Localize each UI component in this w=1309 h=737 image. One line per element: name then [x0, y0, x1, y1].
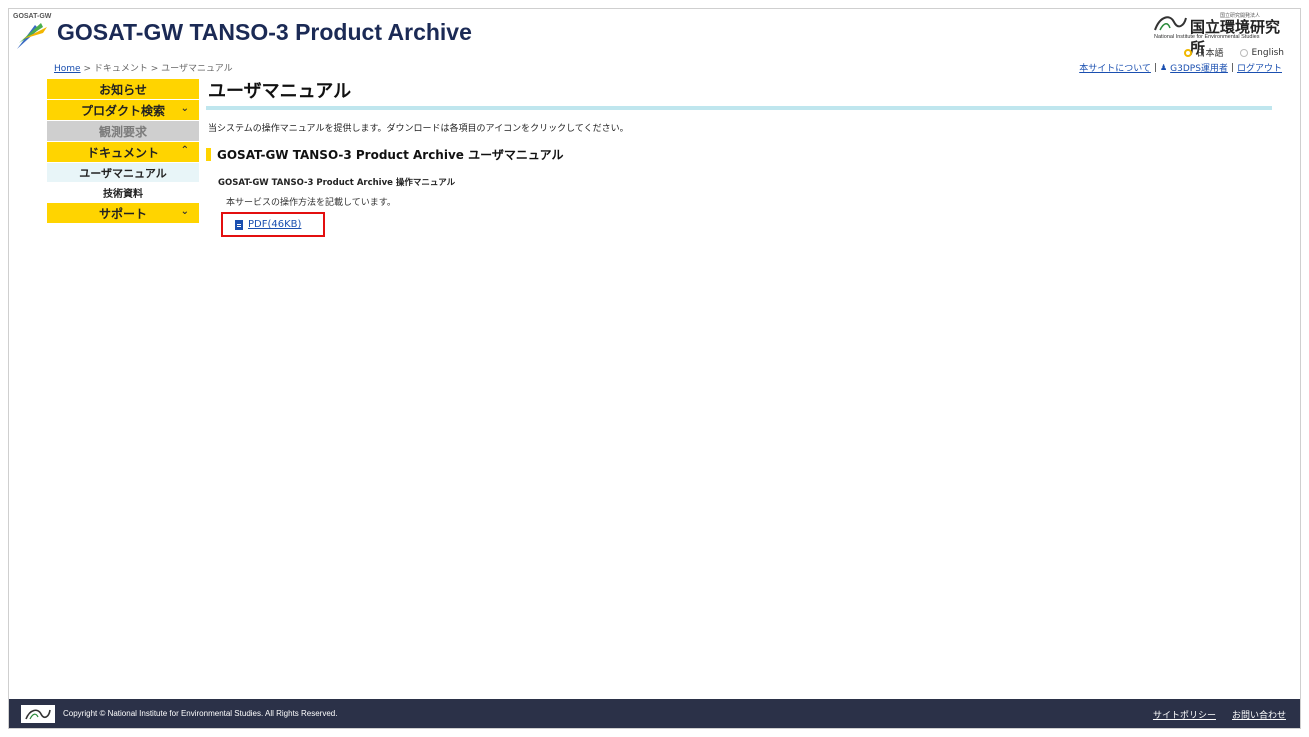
radio-unselected-icon[interactable]	[1239, 48, 1248, 57]
section-title: GOSAT-GW TANSO-3 Product Archive ユーザマニュア…	[217, 148, 564, 162]
link-separator: |	[1153, 62, 1157, 73]
title-underline	[206, 106, 1272, 110]
breadcrumb: Home > ドキュメント > ユーザマニュアル	[54, 61, 233, 74]
breadcrumb-home-link[interactable]: Home	[54, 64, 81, 74]
sidebar-item-observation-request: 観測要求	[47, 121, 199, 142]
breadcrumb-documents: ドキュメント	[93, 64, 148, 74]
nies-english-name: National Institute for Environmental Stu…	[1154, 34, 1260, 40]
page-title: ユーザマニュアル	[208, 81, 352, 102]
footer-links: サイトポリシー お問い合わせ	[1153, 708, 1286, 721]
logout-link[interactable]: ログアウト	[1237, 61, 1282, 74]
sidebar-item-product-search[interactable]: プロダクト検索 ⌄	[47, 100, 199, 121]
sidebar-item-news[interactable]: お知らせ	[47, 79, 199, 100]
sidebar-item-documents[interactable]: ドキュメント ⌃	[47, 142, 199, 163]
user-icon: ♟	[1159, 63, 1168, 72]
site-policy-link[interactable]: サイトポリシー	[1153, 708, 1216, 721]
lang-en-label: English	[1251, 47, 1285, 58]
footer: Copyright © National Institute for Envir…	[9, 699, 1300, 728]
about-site-link[interactable]: 本サイトについて	[1079, 61, 1151, 74]
top-links: 本サイトについて | ♟ G3DPS運用者 | ログアウト	[1079, 61, 1282, 75]
lang-option-en[interactable]: English	[1239, 46, 1285, 59]
sidebar-item-label: 観測要求	[98, 124, 147, 139]
lang-option-ja[interactable]: 日本語	[1184, 46, 1224, 59]
sidebar-nav: お知らせ プロダクト検索 ⌄ 観測要求 ドキュメント ⌃ ユーザマニュアル 技術…	[47, 79, 199, 224]
breadcrumb-separator: >	[147, 64, 162, 74]
gosat-gw-logo-text: GOSAT-GW	[13, 13, 52, 20]
user-name-link[interactable]: G3DPS運用者	[1170, 61, 1228, 74]
sidebar-subitem-label: ユーザマニュアル	[79, 166, 167, 180]
section-heading: GOSAT-GW TANSO-3 Product Archive ユーザマニュア…	[206, 146, 1272, 163]
sidebar-item-label: お知らせ	[99, 82, 147, 97]
link-separator: |	[1230, 62, 1234, 73]
sidebar-item-support[interactable]: サポート ⌄	[47, 203, 199, 224]
gosat-gw-logo[interactable]: GOSAT-GW	[13, 13, 53, 53]
main-content: ユーザマニュアル 当システムの操作マニュアルを提供します。ダウンロードは各項目の…	[206, 79, 1272, 237]
nies-logo-icon	[25, 709, 51, 719]
intro-text: 当システムの操作マニュアルを提供します。ダウンロードは各項目のアイコンをクリック…	[208, 124, 629, 134]
site-title[interactable]: GOSAT-GW TANSO-3 Product Archive	[57, 19, 472, 46]
chevron-up-icon: ⌃	[180, 145, 189, 156]
lang-ja-label: 日本語	[1196, 49, 1224, 59]
copyright-text: Copyright © National Institute for Envir…	[63, 709, 338, 718]
radio-selected-icon[interactable]	[1184, 48, 1193, 57]
sidebar-item-label: サポート	[98, 206, 147, 221]
pdf-file-icon[interactable]	[235, 219, 243, 230]
sidebar-subitem-technical-docs[interactable]: 技術資料	[47, 183, 199, 203]
header: GOSAT-GW GOSAT-GW TANSO-3 Product Archiv…	[9, 9, 1300, 65]
sidebar-subitem-user-manual[interactable]: ユーザマニュアル	[47, 163, 199, 183]
breadcrumb-separator: >	[80, 64, 94, 74]
nies-footer-logo[interactable]	[21, 704, 55, 723]
nies-logo[interactable]: 国立研究開発法人 国立環境研究所 National Institute for …	[1152, 12, 1288, 57]
breadcrumb-user-manual: ユーザマニュアル	[161, 64, 233, 74]
document-name: GOSAT-GW TANSO-3 Product Archive 操作マニュアル	[218, 178, 456, 188]
nies-logo-icon	[1154, 16, 1187, 31]
contact-link[interactable]: お問い合わせ	[1232, 708, 1286, 721]
language-selector: 日本語 English	[1184, 46, 1284, 59]
document-description: 本サービスの操作方法を記載しています。	[226, 198, 396, 208]
section-marker	[206, 148, 211, 161]
pdf-download-highlight: PDF(46KB)	[221, 212, 325, 237]
sidebar-item-label: ドキュメント	[86, 145, 159, 160]
pdf-download-link[interactable]: PDF(46KB)	[248, 219, 301, 230]
page-frame: GOSAT-GW GOSAT-GW TANSO-3 Product Archiv…	[8, 8, 1301, 729]
sidebar-item-label: プロダクト検索	[80, 103, 165, 118]
chevron-down-icon: ⌄	[180, 103, 189, 114]
sidebar-subitem-label: 技術資料	[103, 189, 143, 200]
chevron-down-icon: ⌄	[180, 206, 189, 217]
